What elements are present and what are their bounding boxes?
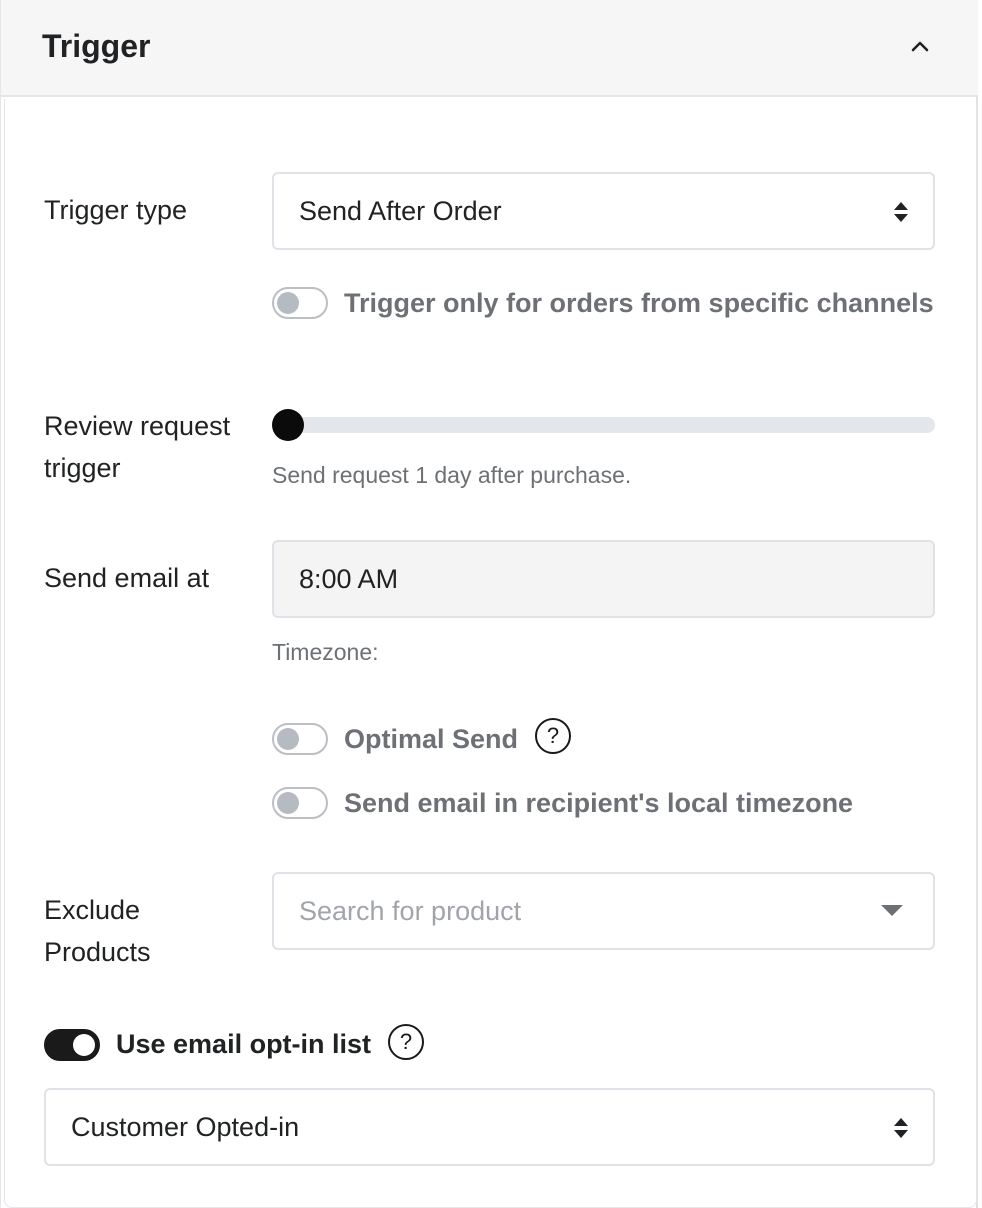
panel-header[interactable]: Trigger [1,0,978,97]
review-trigger-help: Send request 1 day after purchase. [272,462,632,488]
select-arrows-icon [894,1118,908,1138]
toggle-knob [277,792,299,814]
opt-in-list-select[interactable]: Customer Opted-in [44,1088,935,1166]
caret-down-icon[interactable] [881,905,903,916]
local-timezone-label: Send email in recipient's local timezone [344,788,854,818]
send-email-label: Send email at [44,563,210,593]
review-trigger-slider-track[interactable] [272,417,935,433]
trigger-panel: Trigger Trigger type Send After Order Tr… [0,0,978,1208]
local-timezone-toggle[interactable] [272,787,328,819]
timezone-label: Timezone: [272,639,379,665]
product-search-input[interactable] [299,874,859,948]
send-time-input[interactable]: 8:00 AM [272,540,935,618]
optimal-send-toggle[interactable] [272,723,328,755]
trigger-type-label: Trigger type [44,195,188,225]
toggle-knob [73,1034,95,1056]
send-time-value: 8:00 AM [299,563,399,594]
exclude-products-label-line1: Exclude [44,895,141,925]
optimal-send-help-icon[interactable]: ? [535,718,571,754]
exclude-products-label-line2: Products [44,937,151,967]
opt-in-label: Use email opt-in list [116,1029,372,1059]
review-trigger-slider-thumb[interactable] [272,409,304,441]
panel-title: Trigger [42,28,151,64]
opt-in-help-icon[interactable]: ? [388,1024,424,1060]
trigger-type-value: Send After Order [299,195,502,226]
select-arrows-icon [894,202,908,222]
channels-toggle-label: Trigger only for orders from specific ch… [344,288,934,318]
toggle-knob [277,292,299,314]
opt-in-toggle[interactable] [44,1029,100,1061]
optimal-send-label: Optimal Send [344,724,519,754]
toggle-knob [277,728,299,750]
opt-in-list-value: Customer Opted-in [71,1111,300,1142]
product-search-box[interactable] [272,872,935,950]
trigger-type-select[interactable]: Send After Order [272,172,935,250]
review-trigger-label-line1: Review request [44,411,231,441]
review-trigger-label-line2: trigger [44,453,121,483]
channels-toggle[interactable] [272,287,328,319]
chevron-up-icon[interactable] [906,34,934,58]
